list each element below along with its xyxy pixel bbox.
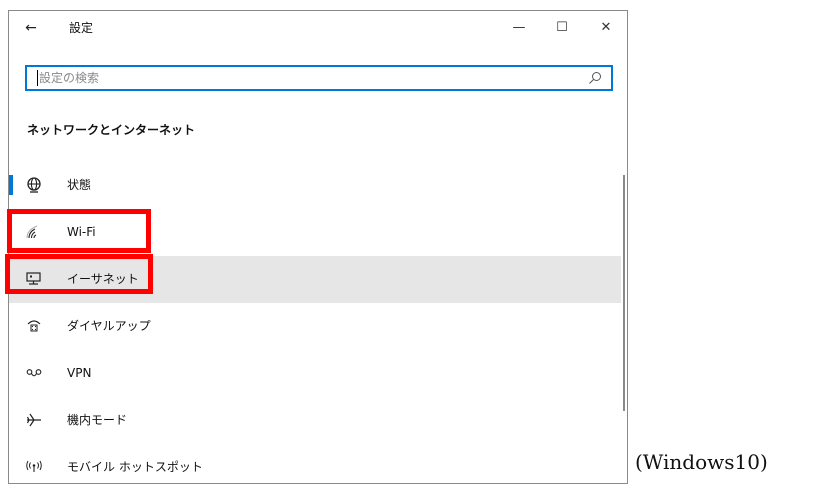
window-title: 設定: [69, 21, 94, 35]
minimize-button[interactable]: —: [504, 17, 534, 39]
airplane-icon: [26, 413, 41, 427]
maximize-button[interactable]: ☐: [547, 17, 577, 39]
search-box[interactable]: [25, 65, 613, 91]
nav-item-ethernet[interactable]: イーサネット: [9, 256, 621, 303]
dialup-icon: [27, 320, 41, 332]
nav-label: 状態: [67, 178, 92, 192]
wifi-icon: [26, 225, 38, 239]
screenshot-canvas: ← 設定 — ☐ ✕ ネットワークとインターネット: [0, 0, 813, 504]
nav-item-vpn[interactable]: VPN: [9, 350, 621, 397]
hotspot-icon: [26, 460, 42, 472]
selected-indicator: [9, 175, 13, 195]
nav-item-dialup[interactable]: ダイヤルアップ: [9, 303, 621, 350]
ethernet-icon: [26, 272, 41, 285]
nav-label: Wi-Fi: [67, 225, 96, 239]
minimize-icon: —: [512, 20, 526, 35]
scrollbar[interactable]: [623, 175, 625, 411]
nav-label: VPN: [67, 366, 92, 380]
os-caption: (Windows10): [635, 450, 768, 474]
nav-item-mobile-hotspot[interactable]: モバイル ホットスポット: [9, 444, 621, 491]
close-button[interactable]: ✕: [591, 17, 621, 39]
search-input[interactable]: [27, 67, 599, 89]
back-arrow-icon: ←: [25, 20, 37, 36]
vpn-icon: [26, 369, 42, 377]
nav-list: 状態 Wi-Fi イーサネット ダイヤルアップ VPN 機内モード モバイル ホ…: [9, 162, 621, 491]
close-icon: ✕: [600, 20, 612, 35]
nav-label: モバイル ホットスポット: [67, 460, 203, 474]
nav-item-wifi[interactable]: Wi-Fi: [9, 209, 621, 256]
nav-label: イーサネット: [67, 272, 139, 286]
nav-item-status[interactable]: 状態: [9, 162, 621, 209]
section-title: ネットワークとインターネット: [27, 123, 196, 137]
settings-window: ← 設定 — ☐ ✕ ネットワークとインターネット: [8, 10, 628, 484]
globe-icon: [27, 177, 41, 193]
search-icon[interactable]: [587, 70, 603, 86]
text-caret: [37, 70, 38, 86]
back-button[interactable]: ←: [21, 18, 41, 38]
nav-label: 機内モード: [67, 413, 128, 427]
title-bar: ← 設定 — ☐ ✕: [9, 11, 627, 45]
nav-item-airplane-mode[interactable]: 機内モード: [9, 397, 621, 444]
nav-label: ダイヤルアップ: [67, 319, 151, 333]
maximize-icon: ☐: [556, 20, 568, 35]
